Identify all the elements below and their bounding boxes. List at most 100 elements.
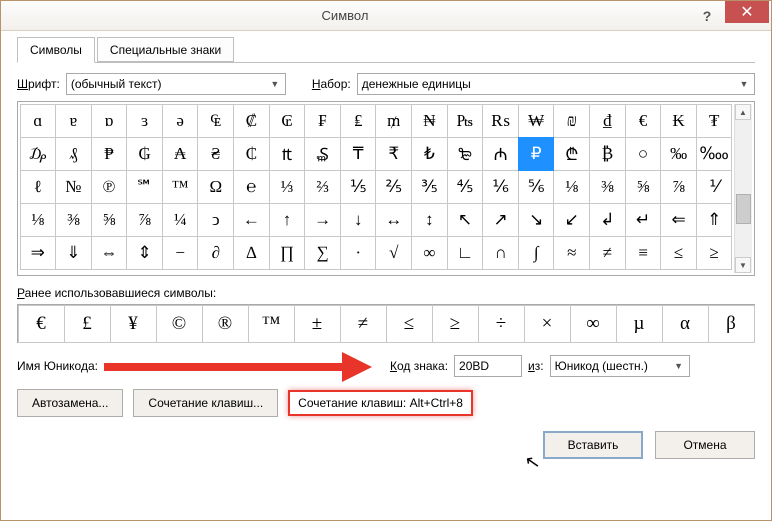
symbol-cell[interactable]: ₼ (482, 137, 519, 171)
symbol-cell[interactable]: Ω (197, 170, 234, 204)
scroll-down-icon[interactable]: ▼ (735, 257, 751, 273)
symbol-cell[interactable]: ↕ (411, 203, 448, 237)
grid-scrollbar[interactable]: ▲ ▼ (734, 104, 752, 273)
symbol-cell[interactable]: ₣ (304, 104, 341, 138)
symbol-cell[interactable]: ≤ (660, 236, 697, 270)
font-select[interactable]: (обычный текст) ▼ (66, 73, 286, 95)
symbol-cell[interactable]: ₵ (233, 137, 270, 171)
scroll-thumb[interactable] (736, 194, 751, 224)
symbol-cell[interactable]: ₠ (197, 104, 234, 138)
symbol-cell[interactable]: ₢ (269, 104, 306, 138)
symbol-cell[interactable]: ⅝ (91, 203, 128, 237)
symbol-cell[interactable]: ¼ (162, 203, 199, 237)
symbol-cell[interactable]: ⅚ (518, 170, 555, 204)
symbol-cell[interactable]: ™ (162, 170, 199, 204)
symbol-cell[interactable]: ⅖ (375, 170, 412, 204)
symbol-cell[interactable]: ₹ (375, 137, 412, 171)
shortcut-button[interactable]: Сочетание клавиш... (133, 389, 278, 417)
symbol-cell[interactable]: ‰ (660, 137, 697, 171)
symbol-cell[interactable]: ɒ (91, 104, 128, 138)
recent-symbol-cell[interactable]: ÷ (478, 305, 525, 343)
symbol-cell[interactable]: ₮ (696, 104, 733, 138)
symbol-cell[interactable]: ⅞ (660, 170, 697, 204)
symbol-cell[interactable]: ∟ (447, 236, 484, 270)
symbol-cell[interactable]: ₴ (197, 137, 234, 171)
symbol-cell[interactable]: ↙ (553, 203, 590, 237)
symbol-cell[interactable]: ≈ (553, 236, 590, 270)
symbol-cell[interactable]: ⇑ (696, 203, 733, 237)
tab-symbols[interactable]: Символы (17, 37, 95, 63)
symbol-cell[interactable]: ₱ (91, 137, 128, 171)
recent-symbol-cell[interactable]: £ (64, 305, 111, 343)
recent-symbol-cell[interactable]: © (156, 305, 203, 343)
symbol-cell[interactable]: ⇔ (91, 236, 128, 270)
symbol-cell[interactable]: ₽ (518, 137, 555, 171)
symbol-cell[interactable]: ₪ (553, 104, 590, 138)
symbol-cell[interactable]: ⇓ (55, 236, 92, 270)
symbol-cell[interactable]: ℮ (233, 170, 270, 204)
scroll-up-icon[interactable]: ▲ (735, 104, 751, 120)
symbol-cell[interactable]: ₥ (375, 104, 412, 138)
recent-symbol-cell[interactable]: × (524, 305, 571, 343)
symbol-cell[interactable]: ₾ (553, 137, 590, 171)
symbol-cell[interactable]: ⇕ (126, 236, 163, 270)
symbol-cell[interactable]: ₻ (447, 137, 484, 171)
help-button[interactable]: ? (689, 5, 725, 27)
symbol-cell[interactable]: ‱ (696, 137, 733, 171)
symbol-cell[interactable]: ₨ (482, 104, 519, 138)
recent-symbol-cell[interactable]: ¥ (110, 305, 157, 343)
symbol-cell[interactable]: № (55, 170, 92, 204)
subset-select[interactable]: денежные единицы ▼ (357, 73, 755, 95)
symbol-cell[interactable]: ₳ (162, 137, 199, 171)
symbol-cell[interactable]: ○ (625, 137, 662, 171)
symbol-cell[interactable]: ⅔ (304, 170, 341, 204)
symbol-cell[interactable]: ⅜ (589, 170, 626, 204)
symbol-cell[interactable]: ₷ (304, 137, 341, 171)
recent-symbol-cell[interactable]: ™ (248, 305, 295, 343)
recent-symbol-cell[interactable]: ± (294, 305, 341, 343)
symbol-cell[interactable]: ↄ (197, 203, 234, 237)
symbol-cell[interactable]: ₦ (411, 104, 448, 138)
recent-symbol-cell[interactable]: ≤ (386, 305, 433, 343)
cancel-button[interactable]: Отмена (655, 431, 755, 459)
symbol-cell[interactable]: ↓ (340, 203, 377, 237)
tab-special[interactable]: Специальные знаки (97, 37, 234, 62)
symbol-cell[interactable]: ∩ (482, 236, 519, 270)
symbol-cell[interactable]: ₫ (589, 104, 626, 138)
symbol-cell[interactable]: ∆ (233, 236, 270, 270)
recent-symbol-cell[interactable]: € (18, 305, 65, 343)
symbol-cell[interactable]: ↵ (625, 203, 662, 237)
recent-symbol-cell[interactable]: β (708, 305, 755, 343)
symbol-cell[interactable]: ℗ (91, 170, 128, 204)
symbol-cell[interactable]: ₿ (589, 137, 626, 171)
recent-grid[interactable]: €£¥©®™±≠≤≥÷×∞µαβ (17, 304, 755, 343)
symbol-cell[interactable]: ⅜ (55, 203, 92, 237)
symbol-cell[interactable]: ∂ (197, 236, 234, 270)
symbol-cell[interactable]: ₤ (340, 104, 377, 138)
symbol-cell[interactable]: ₸ (340, 137, 377, 171)
symbol-cell[interactable]: ₶ (269, 137, 306, 171)
symbol-cell[interactable]: ∞ (411, 236, 448, 270)
code-input[interactable]: 20BD (454, 355, 522, 377)
recent-symbol-cell[interactable]: ≥ (432, 305, 479, 343)
symbol-cell[interactable]: ↑ (269, 203, 306, 237)
close-button[interactable]: ✕ (725, 1, 769, 23)
symbol-cell[interactable]: → (304, 203, 341, 237)
symbol-cell[interactable]: ⅟ (696, 170, 733, 204)
symbol-cell[interactable]: ∑ (304, 236, 341, 270)
recent-symbol-cell[interactable]: ® (202, 305, 249, 343)
symbol-cell[interactable]: ∏ (269, 236, 306, 270)
symbol-cell[interactable]: ≠ (589, 236, 626, 270)
recent-symbol-cell[interactable]: ≠ (340, 305, 387, 343)
autocorrect-button[interactable]: Автозамена... (17, 389, 123, 417)
symbol-cell[interactable]: ⇐ (660, 203, 697, 237)
symbol-cell[interactable]: ₡ (233, 104, 270, 138)
from-select[interactable]: Юникод (шестн.) ▼ (550, 355, 690, 377)
symbol-cell[interactable]: ⅕ (340, 170, 377, 204)
symbol-cell[interactable]: ↖ (447, 203, 484, 237)
symbol-cell[interactable]: ⅛ (20, 203, 57, 237)
recent-symbol-cell[interactable]: ∞ (570, 305, 617, 343)
symbol-cell[interactable]: ∫ (518, 236, 555, 270)
symbol-cell[interactable]: ə (162, 104, 199, 138)
symbol-cell[interactable]: ⅙ (482, 170, 519, 204)
